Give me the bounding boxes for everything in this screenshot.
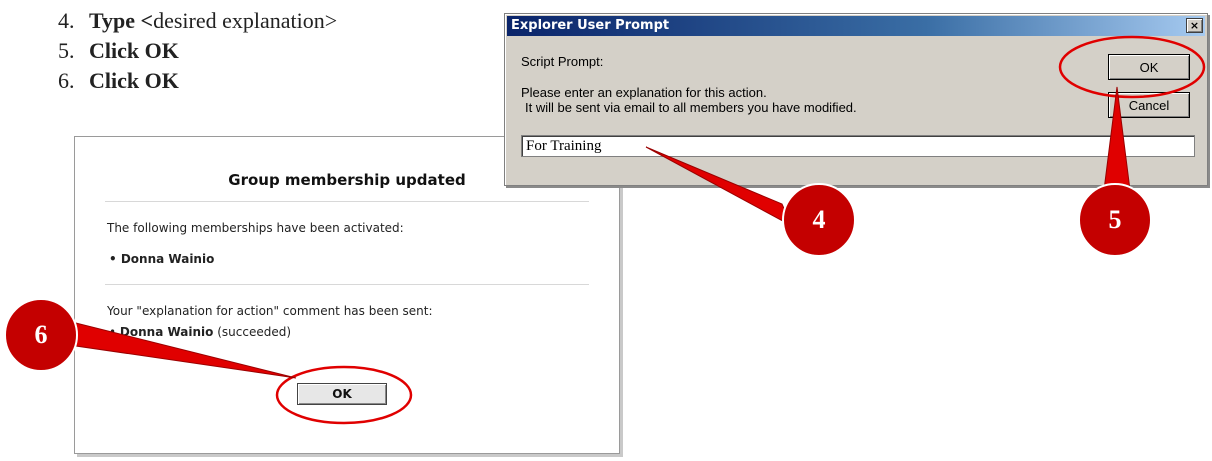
dialog-title: Explorer User Prompt <box>511 18 670 33</box>
divider <box>105 201 589 202</box>
step-action: Click OK <box>89 38 179 63</box>
explanation-input[interactable] <box>521 135 1195 157</box>
prompt-message-line1: Please enter an explanation for this act… <box>521 85 767 100</box>
callout-number-5: 5 <box>1108 205 1122 234</box>
step-action: Click OK <box>89 68 179 93</box>
step-action: Type < <box>89 8 154 33</box>
step-number: 5. <box>58 38 75 63</box>
dialog-cancel-button[interactable]: Cancel <box>1108 92 1190 118</box>
step-detail: desired explanation> <box>153 8 338 33</box>
dialog-ok-button[interactable]: OK <box>1108 54 1190 80</box>
sent-member-bullet: • <box>109 325 120 339</box>
step-5: 5. Click OK <box>58 36 337 66</box>
explorer-user-prompt-dialog: Explorer User Prompt × Script Prompt: Pl… <box>504 13 1208 186</box>
activated-member: • Donna Wainio <box>109 252 215 266</box>
sent-member-status: (succeeded) <box>213 325 292 339</box>
comment-sent-text: Your "explanation for action" comment ha… <box>107 304 433 318</box>
activated-text: The following memberships have been acti… <box>107 221 404 235</box>
step-4: 4. Type <desired explanation> <box>58 6 337 36</box>
close-icon[interactable]: × <box>1186 18 1203 33</box>
callout-number-4: 4 <box>812 205 826 234</box>
step-list: 4. Type <desired explanation> 5. Click OK … <box>58 6 337 96</box>
script-prompt-label: Script Prompt: <box>521 54 604 69</box>
prompt-message-line2: It will be sent via email to all members… <box>525 100 857 115</box>
divider <box>105 284 589 285</box>
step-number: 6. <box>58 68 75 93</box>
callout-number-6: 6 <box>34 320 48 349</box>
sent-member: • Donna Wainio (succeeded) <box>109 325 291 339</box>
sent-member-name: Donna Wainio <box>119 325 214 339</box>
step-6: 6. Click OK <box>58 66 337 96</box>
step-number: 4. <box>58 8 75 33</box>
panel-ok-button[interactable]: OK <box>297 383 387 405</box>
dialog-titlebar: Explorer User Prompt × <box>507 16 1205 36</box>
